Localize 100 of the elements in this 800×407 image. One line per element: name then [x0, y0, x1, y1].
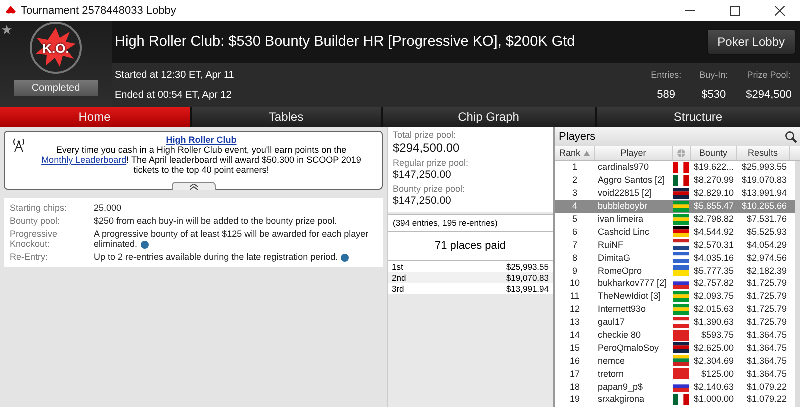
results-cell-text: $1,364.75 [746, 368, 788, 379]
stat-value: 589 [657, 88, 676, 100]
rank-cell-text: 14 [568, 330, 581, 340]
star-icon[interactable] [2, 25, 12, 35]
player-row[interactable]: 8 DimitaG $4,035.16 $2,974.56 [555, 251, 795, 264]
column-header[interactable]: Bounty [691, 146, 737, 160]
maximize-icon[interactable] [730, 6, 740, 16]
detail-value: $250 from each buy-in will be added to the bounty prize pool. [94, 216, 338, 226]
player-cell-text: ivan limeira [597, 214, 645, 224]
rank-cell-text: 15 [568, 342, 581, 353]
detail-label: Starting chips: [10, 203, 68, 213]
tab[interactable]: Tables [192, 107, 382, 127]
player-cell-text: RomeOpro [597, 266, 644, 276]
player-row[interactable]: 16 nemce $2,304.69 $1,364.75 [555, 354, 795, 368]
start-time: Started at 12:30 ET, Apr 11 [115, 70, 234, 80]
poker-lobby-button[interactable]: Poker Lobby [706, 29, 796, 55]
payout-amount: $19,070.83 [506, 272, 549, 282]
leaderboard-link[interactable]: Monthly Leaderboard [42, 155, 127, 165]
payout-amount: $25,993.55 [506, 262, 549, 272]
pool-value: $147,250.00 [393, 195, 452, 207]
close-icon[interactable] [775, 6, 785, 16]
stat-label: Prize Pool: [747, 70, 791, 80]
info-icon[interactable] [140, 240, 149, 249]
stat-value: $294,500 [746, 88, 792, 100]
player-cell-text: papan9_p$ [597, 382, 644, 392]
player-cell-text: Aggro Santos [2] [597, 175, 666, 186]
column-header[interactable]: Results [737, 146, 790, 160]
ko-logo: K.O. [30, 22, 82, 74]
rank-cell-text: 2 [571, 175, 578, 186]
column-header[interactable]: Rank [555, 146, 595, 160]
player-row[interactable]: 7 RuiNF $2,570.31 $4,054.29 [555, 238, 795, 252]
player-cell-text: DimitaG [597, 252, 632, 263]
entries-note: (394 entries, 195 re-entries) [388, 214, 553, 232]
player-row[interactable]: 10 bukharkov777 [2] $2,757.82 $1,725.79 [555, 277, 795, 290]
player-row[interactable]: 14 checkie 80 $593.75 $1,364.75 [555, 328, 795, 342]
player-row[interactable]: 6 Cashcid Linc $4,544.92 $5,525.93 [555, 225, 795, 238]
pool-label: Total prize pool: [393, 130, 458, 140]
players-title: Players [559, 130, 596, 142]
column-header[interactable]: Player [595, 146, 673, 160]
tab[interactable]: Chip Graph [383, 107, 594, 127]
bounty-cell-text: $1,000.00 [693, 394, 736, 404]
detail-label: Bounty pool: [10, 216, 62, 226]
player-row[interactable]: 1 cardinals970 $19,622... $25,993.55 [555, 161, 795, 174]
payout-place: 2nd [392, 272, 406, 282]
pool-label: Regular prize pool: [393, 158, 470, 168]
player-row[interactable]: 2 Aggro Santos [2] $8,270.99 $19,070.83 [555, 174, 795, 187]
rank-cell-text: 3 [571, 188, 578, 198]
rank-cell-text: 4 [571, 201, 578, 212]
player-row[interactable]: 19 srxakgirona $1,000.00 $1,079.22 [555, 393, 795, 406]
scrollbar[interactable] [795, 161, 800, 407]
results-cell-text: $2,182.39 [746, 266, 788, 276]
bounty-cell-text: $1,390.63 [693, 317, 736, 328]
tab[interactable]: Home [0, 107, 190, 127]
tab[interactable]: Structure [596, 107, 800, 127]
player-cell-text: tretorn [597, 368, 626, 379]
player-row[interactable]: 13 gaul17 $1,390.63 $1,725.79 [555, 316, 795, 329]
player-row[interactable]: 9 RomeOpro $5,777.35 $2,182.39 [555, 264, 795, 278]
pool-value: $147,250.00 [393, 169, 452, 181]
player-row[interactable]: 11 TheNewIdiot [3] $2,093.75 $1,725.79 [555, 290, 795, 303]
rank-cell-text: 13 [568, 317, 581, 328]
search-icon[interactable] [785, 130, 797, 142]
bounty-cell-text: $2,625.00 [693, 342, 736, 353]
results-cell-text: $7,531.76 [746, 214, 788, 224]
player-row[interactable]: 15 PeroQmaloSoy $2,625.00 $1,364.75 [555, 341, 795, 354]
window-title: Tournament 2578448033 Lobby [21, 4, 178, 16]
rank-cell-text: 12 [568, 304, 581, 314]
player-cell-text: TheNewIdiot [3] [597, 291, 662, 302]
results-cell-text: $1,725.79 [746, 304, 788, 314]
collapse-button[interactable] [172, 182, 216, 190]
player-row[interactable]: 12 Internett93o $2,015.63 $1,725.79 [555, 302, 795, 316]
info-icon[interactable] [341, 254, 350, 262]
stat-value: $530 [702, 88, 726, 100]
bounty-cell-text: $2,140.63 [693, 382, 736, 392]
bounty-cell-text: $2,798.82 [693, 214, 736, 224]
bounty-cell-text: $4,544.92 [693, 226, 736, 237]
results-cell-text: $25,993.55 [740, 162, 788, 172]
player-cell-text: srxakgirona [597, 394, 646, 404]
rank-cell-text: 9 [571, 266, 578, 276]
places-paid: 71 places paid [435, 240, 506, 252]
bounty-cell-text: $2,015.63 [693, 304, 736, 314]
player-cell-text: RuiNF [597, 240, 625, 250]
player-cell-text: Cashcid Linc [597, 226, 651, 237]
player-row[interactable]: 5 ivan limeira $2,798.82 $7,531.76 [555, 212, 795, 226]
player-row[interactable]: 17 tretorn $125.00 $1,364.75 [555, 367, 795, 380]
pool-value: $294,500.00 [393, 141, 461, 155]
player-row[interactable]: 3 void22815 [2] $2,829.10 $13,991.94 [555, 186, 795, 200]
results-cell-text: $1,364.75 [746, 342, 788, 353]
sort-arrow-icon [584, 150, 590, 156]
player-cell-text: gaul17 [597, 317, 626, 328]
pool-label: Bounty prize pool: [393, 184, 466, 194]
player-row[interactable]: 18 papan9_p$ $2,140.63 $1,079.22 [555, 380, 795, 394]
bounty-cell-text: $4,035.16 [693, 252, 736, 263]
bounty-cell-text: $2,570.31 [693, 240, 736, 250]
bounty-cell-text: $125.00 [700, 368, 735, 379]
rank-cell-text: 6 [571, 226, 578, 237]
notice-heading-link[interactable]: High Roller Club [33, 135, 370, 145]
player-cell-text: Internett93o [597, 304, 648, 314]
stat-label: Entries: [651, 70, 682, 80]
player-cell-text: bubbleboybr [597, 201, 649, 212]
notice-text: Every time you cash in a High Roller Club event, you'll earn points on the Monthly Leaderboard! The April leaderboard will award $50,300 in SCOOP 2019 tickets to the top 40 point earners! [40, 145, 362, 175]
